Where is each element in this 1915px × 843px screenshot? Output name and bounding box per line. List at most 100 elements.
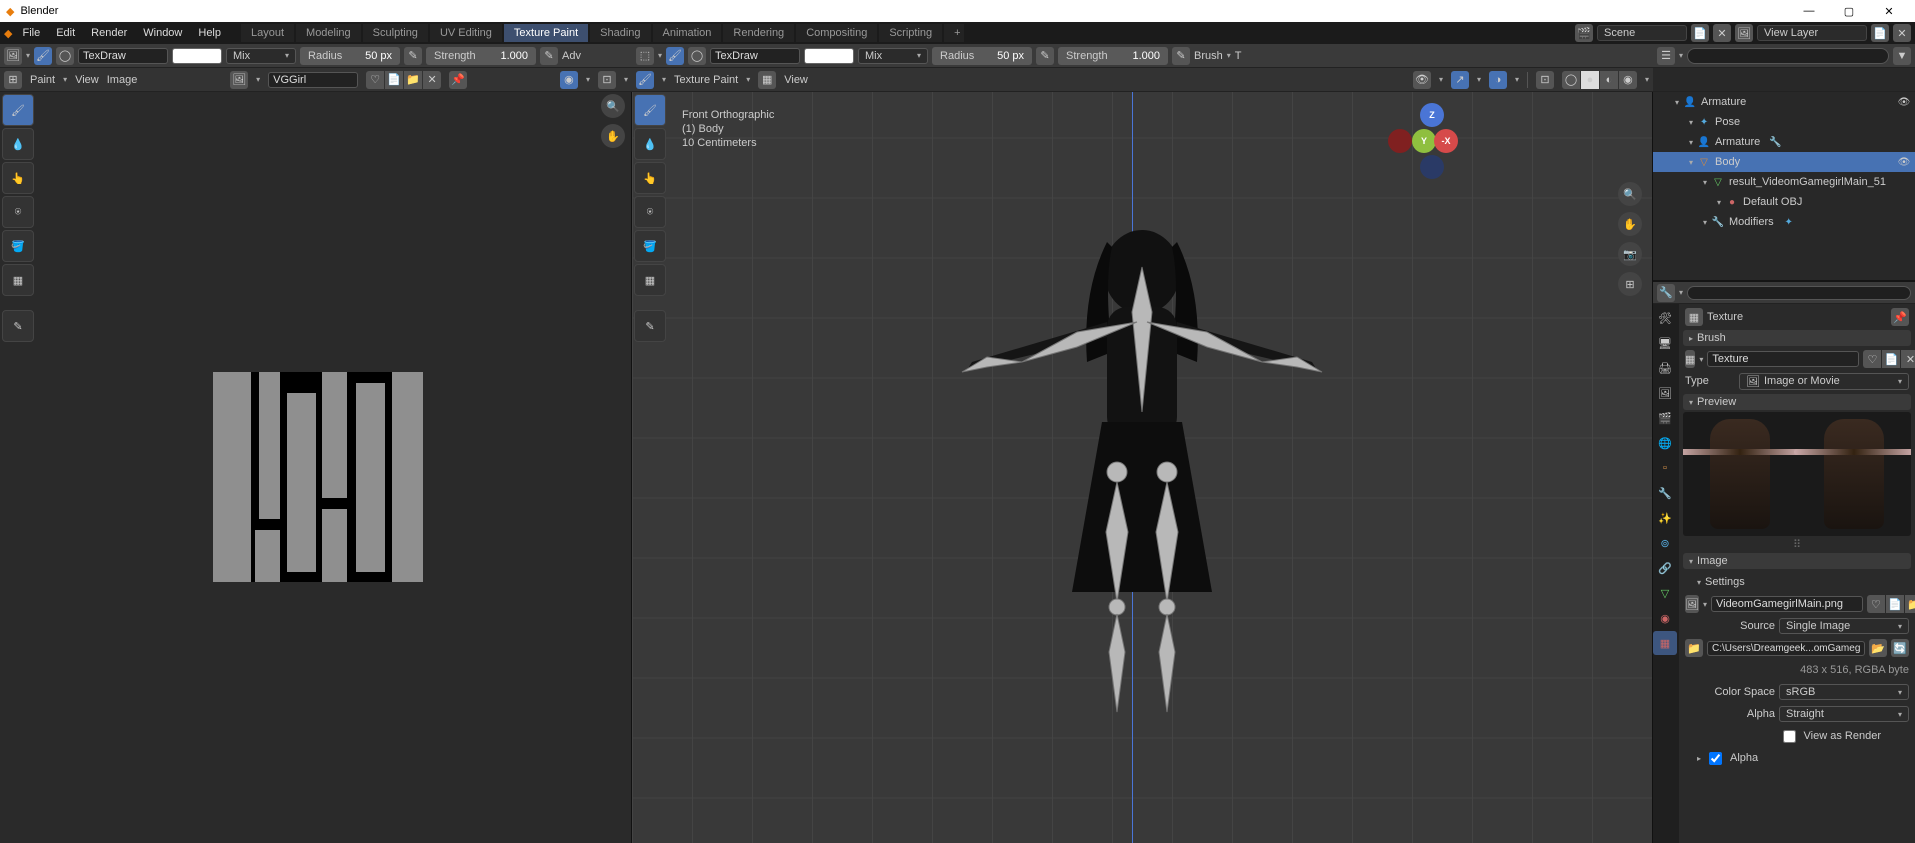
tool-fill[interactable]: 🪣 [2,230,34,262]
shade-matpre-icon[interactable]: ◐ [1600,71,1618,89]
brush-name-field-3d[interactable]: TexDraw [710,48,800,64]
viewlayer-new-icon[interactable]: 📄 [1871,24,1889,42]
scene-field[interactable]: Scene [1597,25,1687,41]
tool-draw-3d[interactable]: 🖌 [634,94,666,126]
tex-unlink-icon[interactable]: ✕ [1901,350,1915,368]
tab-shading[interactable]: Shading [590,24,650,42]
mode-dropdown-3d[interactable]: 🖌 [636,71,654,89]
viewlayer-field[interactable]: View Layer [1757,25,1867,41]
paint-menu[interactable]: Paint [30,74,55,86]
image-gizmo-icon[interactable]: ⊡ [598,71,616,89]
uv-selectmode-icon[interactable]: ⊞ [4,71,22,89]
preview-panel-head[interactable]: ▾Preview [1683,394,1911,410]
tool-smear-3d[interactable]: 👆 [634,162,666,194]
image-open-icon[interactable]: 📁 [404,71,422,89]
tab-compositing[interactable]: Compositing [796,24,877,42]
ptab-modifier[interactable]: 🔧 [1653,481,1677,505]
image-name-prop-field[interactable] [1711,596,1863,612]
img-browse-icon[interactable]: 🖼 [1685,595,1699,613]
img-fakeuser-icon[interactable]: ♡ [1867,595,1885,613]
colorspace-dropdown[interactable]: sRGB▾ [1779,684,1909,700]
image-fakeuser-icon[interactable]: ♡ [366,71,384,89]
gizmo-toggle-icon[interactable]: ↗ [1451,71,1469,89]
shade-solid-icon[interactable]: ● [1581,71,1599,89]
img-new-icon[interactable]: 📄 [1886,595,1904,613]
visibility-eye-icon[interactable]: 👁 [1897,95,1911,109]
window-close-button[interactable]: ✕ [1869,0,1909,22]
strength-field-3d[interactable]: Strength1.000 [1058,47,1168,65]
tab-add[interactable]: + [944,24,964,42]
outliner-row[interactable]: ▾●Default OBJ [1653,192,1915,212]
image-pin-icon[interactable]: 📌 [449,71,467,89]
view-menu[interactable]: View [75,74,99,86]
tool-soften[interactable]: 💧 [2,128,34,160]
pan-icon[interactable]: ✋ [601,124,625,148]
tool-draw[interactable]: 🖌 [2,94,34,126]
img-open-icon[interactable]: 📁 [1905,595,1915,613]
shade-render-icon[interactable]: ◉ [1619,71,1637,89]
brush-thumb[interactable]: ◯ [56,47,74,65]
brush-color-swatch-3d[interactable] [804,48,854,64]
tab-animation[interactable]: Animation [653,24,722,42]
tab-sculpting[interactable]: Sculpting [363,24,428,42]
viewport-3d[interactable]: 🖌 💧 👆 ⍟ 🪣 ▦ ✎ Front Orthographic (1) Bod… [632,92,1653,843]
radius-field-3d[interactable]: Radius50 px [932,47,1032,65]
tool-annotate-3d[interactable]: ✎ [634,310,666,342]
menu-window[interactable]: Window [137,25,188,41]
ptab-render[interactable]: 🖥 [1653,331,1677,355]
tool-mask-3d[interactable]: ▦ [634,264,666,296]
filepath-reload-icon[interactable]: 🔄 [1891,639,1909,657]
image-new-icon[interactable]: 📄 [385,71,403,89]
display-channels-icon[interactable]: ◉ [560,71,578,89]
image-browse-icon[interactable]: 🖼 [230,71,248,89]
tab-modeling[interactable]: Modeling [296,24,361,42]
shade-wire-icon[interactable]: ◯ [1562,71,1580,89]
tool-clone-3d[interactable]: ⍟ [634,196,666,228]
tool-smear[interactable]: 👆 [2,162,34,194]
blend-mode-dropdown-3d[interactable]: Mix▾ [858,48,928,64]
texture-name-field[interactable] [1707,351,1859,367]
outliner-filter-icon[interactable]: ▼ [1893,47,1911,65]
pan-icon-3d[interactable]: ✋ [1618,212,1642,236]
tab-uv-editing[interactable]: UV Editing [430,24,502,42]
strength-pressure-icon-3d[interactable]: ✎ [1172,47,1190,65]
brush-thumb-3d[interactable]: ◯ [688,47,706,65]
texture-paint-label[interactable]: Texture Paint [674,74,738,86]
strength-field[interactable]: Strength1.000 [426,47,536,65]
props-search-input[interactable] [1687,286,1911,300]
brush-panel-head[interactable]: ▸Brush [1683,330,1911,346]
radius-pressure-icon[interactable]: ✎ [404,47,422,65]
ptab-material[interactable]: ◉ [1653,606,1677,630]
xray-icon[interactable]: ⊡ [1536,71,1554,89]
outliner-row[interactable]: ▾✦Pose [1653,112,1915,132]
tool-soften-3d[interactable]: 💧 [634,128,666,160]
image-unlink-icon[interactable]: ✕ [423,71,441,89]
ptab-object[interactable]: ▫ [1653,456,1677,480]
window-minimize-button[interactable]: — [1789,0,1829,22]
camera-icon[interactable]: 📷 [1618,242,1642,266]
outliner-row[interactable]: ▾👤Armature🔧 [1653,132,1915,152]
texture-popover[interactable]: T [1235,50,1242,62]
tab-rendering[interactable]: Rendering [723,24,794,42]
tex-browse-icon[interactable]: ▦ [1685,350,1695,368]
menu-file[interactable]: File [16,25,46,41]
zoom-icon[interactable]: 🔍 [601,94,625,118]
ptab-physics[interactable]: ⊚ [1653,531,1677,555]
outliner-row[interactable]: ▾▽result_VideomGamegirlMain_51 [1653,172,1915,192]
tex-new-icon[interactable]: 📄 [1882,350,1900,368]
texture-type-dropdown[interactable]: 🖼 Image or Movie ▾ [1739,373,1909,390]
overlay-toggle-icon[interactable]: ◑ [1489,71,1507,89]
persp-ortho-icon[interactable]: ⊞ [1618,272,1642,296]
outliner-editor-type[interactable]: ☰ [1657,47,1675,65]
settings-label[interactable]: Settings [1705,576,1745,588]
blend-mode-dropdown[interactable]: Mix▾ [226,48,296,64]
tool-mask[interactable]: ▦ [2,264,34,296]
tool-clone[interactable]: ⍟ [2,196,34,228]
visibility-icon[interactable]: 👁 [1413,71,1431,89]
uv-image[interactable] [213,372,423,582]
outliner-search-input[interactable] [1687,48,1889,64]
ptab-world[interactable]: 🌐 [1653,431,1677,455]
tool-annotate[interactable]: ✎ [2,310,34,342]
tex-fakeuser-icon[interactable]: ♡ [1863,350,1881,368]
viewlayer-delete-icon[interactable]: ✕ [1893,24,1911,42]
